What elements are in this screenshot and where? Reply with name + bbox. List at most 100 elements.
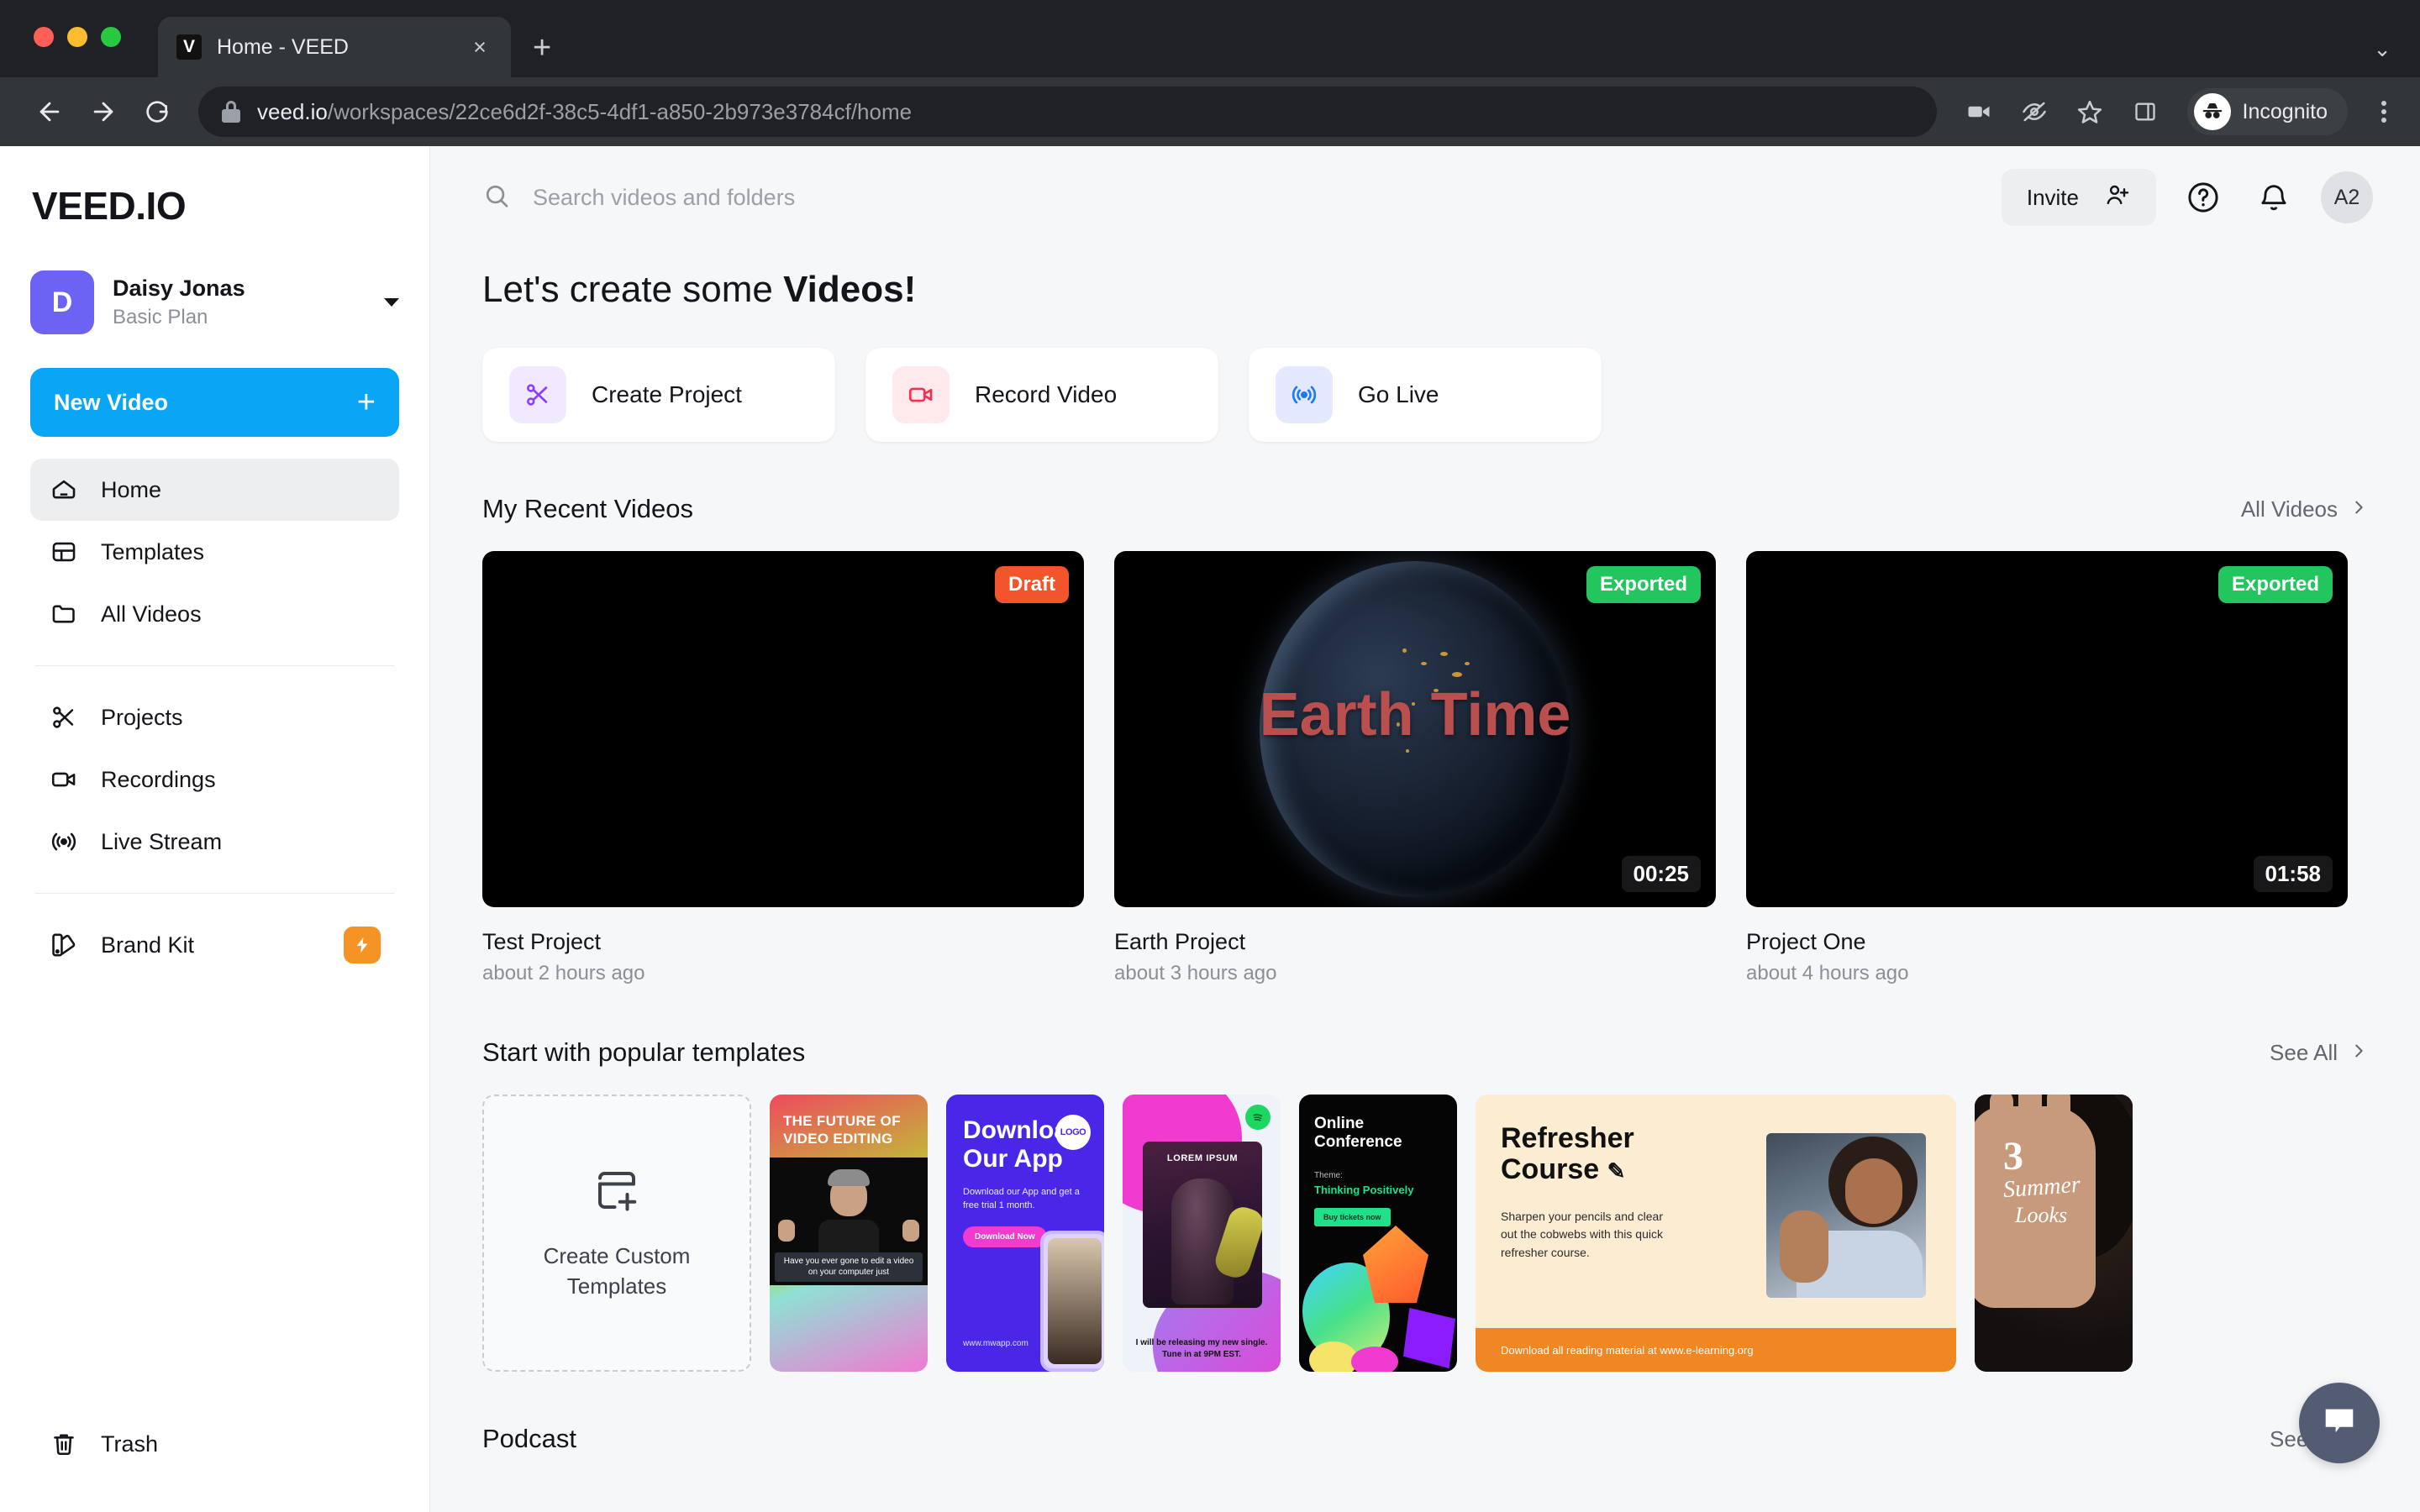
add-template-icon (592, 1165, 642, 1220)
see-all-label: See All (2270, 1039, 2338, 1065)
sidebar-item-all-videos[interactable]: All Videos (30, 583, 399, 645)
address-bar[interactable]: veed.io/workspaces/22ce6d2f-38c5-4df1-a8… (198, 87, 1937, 137)
upgrade-lightning-badge[interactable] (344, 927, 381, 963)
sidebar-item-recordings[interactable]: Recordings (30, 748, 399, 811)
template-footer: Download all reading material at www.e-l… (1476, 1328, 1956, 1372)
sidebar-item-brand-kit[interactable]: Brand Kit (30, 914, 399, 976)
template-cta-button: Buy tickets now (1314, 1207, 1391, 1226)
pencil-icon: ✎ (1607, 1158, 1626, 1184)
chevron-right-icon (2349, 1040, 2368, 1066)
tab-strip: V Home - VEED × + ⌄ (0, 0, 2420, 77)
template-card-future-of-video-editing[interactable]: THE FUTURE OF VIDEO EDITING Have you ever… (770, 1095, 928, 1372)
lock-icon (222, 101, 240, 123)
window-traffic-lights[interactable] (34, 27, 121, 47)
new-video-button[interactable]: New Video + (30, 368, 399, 437)
workspace-switcher[interactable]: D Daisy Jonas Basic Plan (30, 270, 399, 334)
chat-support-button[interactable] (2299, 1383, 2380, 1463)
side-panel-icon[interactable] (2123, 90, 2167, 134)
sidebar-item-projects[interactable]: Projects (30, 686, 399, 748)
back-button[interactable] (25, 87, 74, 136)
app-topbar: Invite A2 (430, 146, 2420, 249)
sidebar-item-live-stream[interactable]: Live Stream (30, 811, 399, 873)
sidebar-item-label: Brand Kit (101, 932, 195, 958)
workspace-plan: Basic Plan (113, 306, 208, 329)
screen-recorder-icon[interactable] (1957, 90, 2001, 134)
chevron-down-icon[interactable] (384, 298, 399, 307)
forward-button[interactable] (79, 87, 128, 136)
browser-tab[interactable]: V Home - VEED × (158, 17, 511, 77)
video-card[interactable]: Exported 01:58 Project One about 4 hours… (1746, 551, 2348, 985)
video-duration: 00:25 (1621, 856, 1701, 892)
sidebar-item-trash[interactable]: Trash (30, 1413, 399, 1475)
help-button[interactable] (2180, 174, 2227, 221)
sidebar-item-label: Templates (101, 538, 205, 564)
search-input[interactable] (533, 184, 2002, 211)
template-card-refresher-course[interactable]: Refresher Course ✎ Sharpen your pencils a… (1476, 1095, 1956, 1372)
reload-button[interactable] (133, 87, 182, 136)
notifications-button[interactable] (2250, 174, 2297, 221)
template-card-download-our-app[interactable]: Download Our App Download our App and get… (946, 1095, 1104, 1372)
tab-title: Home - VEED (217, 34, 349, 59)
invite-label: Invite (2026, 184, 2079, 210)
create-project-card[interactable]: Create Project (482, 348, 835, 442)
video-thumbnail[interactable]: Exported 01:58 (1746, 551, 2348, 907)
home-icon (49, 475, 79, 505)
template-caption: Have you ever gone to edit a video on yo… (775, 1252, 923, 1283)
incognito-label: Incognito (2242, 99, 2328, 123)
sidebar-nav: Home Templates All Videos Projects Recor… (30, 459, 399, 976)
plus-icon: + (356, 385, 376, 420)
chat-bubble-icon (2320, 1402, 2359, 1445)
veed-logo[interactable]: VEED.IO (30, 183, 399, 228)
minimize-window-button[interactable] (67, 27, 87, 47)
tab-search-icon[interactable]: ⌄ (2373, 36, 2391, 62)
maximize-window-button[interactable] (101, 27, 121, 47)
sidebar: VEED.IO D Daisy Jonas Basic Plan New Vid… (0, 146, 430, 1512)
bookmark-star-icon[interactable] (2068, 90, 2112, 134)
templates-header: Start with popular templates See All (482, 1037, 2368, 1068)
video-camera-icon (892, 366, 950, 423)
template-title: 3 Summer Looks (2002, 1134, 2081, 1227)
record-video-card[interactable]: Record Video (865, 348, 1218, 442)
main-content: Invite A2 Let's create some Videos! (430, 146, 2420, 1512)
sidebar-item-label: All Videos (101, 601, 202, 627)
go-live-card[interactable]: Go Live (1249, 348, 1602, 442)
phone-illustration (1040, 1231, 1104, 1372)
action-label: Go Live (1358, 381, 1439, 407)
all-videos-link[interactable]: All Videos (2241, 496, 2368, 522)
recent-videos-list: Draft Test Project about 2 hours ago Ear… (482, 551, 2368, 985)
template-video-frame: Have you ever gone to edit a video on yo… (770, 1158, 928, 1286)
template-card-online-conference[interactable]: Online Conference Theme: Thinking Positiv… (1299, 1095, 1457, 1372)
video-thumbnail[interactable]: Earth Time Exported 00:25 (1114, 551, 1716, 907)
template-theme-label: Theme: (1314, 1170, 1343, 1180)
folder-icon (49, 599, 79, 629)
video-thumbnail[interactable]: Draft (482, 551, 1084, 907)
browser-menu-icon[interactable] (2373, 101, 2395, 123)
search-container[interactable] (482, 181, 2002, 214)
template-cta-button: Download Now (963, 1226, 1047, 1248)
templates-see-all-link[interactable]: See All (2270, 1040, 2368, 1066)
template-card-summer-looks[interactable]: 3 Summer Looks (1975, 1095, 2133, 1372)
create-custom-template-card[interactable]: Create Custom Templates (482, 1095, 751, 1372)
templates-carousel[interactable]: Create Custom Templates THE FUTURE OF VIDE… (482, 1095, 2368, 1372)
user-avatar[interactable]: A2 (2321, 171, 2373, 223)
url-path: /workspaces/22ce6d2f-38c5-4df1-a850-2b97… (327, 98, 913, 124)
incognito-profile-chip[interactable]: Incognito (2186, 88, 2348, 135)
new-tab-button[interactable]: + (533, 32, 551, 64)
status-badge: Draft (994, 566, 1069, 603)
url-text: veed.io/workspaces/22ce6d2f-38c5-4df1-a8… (257, 99, 912, 125)
add-person-icon (2104, 181, 2131, 214)
invite-button[interactable]: Invite (2001, 169, 2156, 226)
close-tab-icon[interactable]: × (467, 35, 492, 59)
template-card-lorem-ipsum-music[interactable]: LOREM IPSUM I will be releasing my new s… (1123, 1095, 1281, 1372)
new-video-label: New Video (54, 389, 169, 415)
tab-favicon: V (176, 34, 202, 60)
video-card[interactable]: Earth Time Exported 00:25 Earth Project … (1114, 551, 1716, 985)
album-poster: LOREM IPSUM (1143, 1142, 1262, 1308)
video-card[interactable]: Draft Test Project about 2 hours ago (482, 551, 1084, 985)
sidebar-item-home[interactable]: Home (30, 459, 399, 521)
sidebar-item-templates[interactable]: Templates (30, 521, 399, 583)
scissors-icon (509, 366, 566, 423)
close-window-button[interactable] (34, 27, 54, 47)
section-title: Start with popular templates (482, 1037, 806, 1067)
tracking-protection-icon[interactable] (2012, 90, 2056, 134)
